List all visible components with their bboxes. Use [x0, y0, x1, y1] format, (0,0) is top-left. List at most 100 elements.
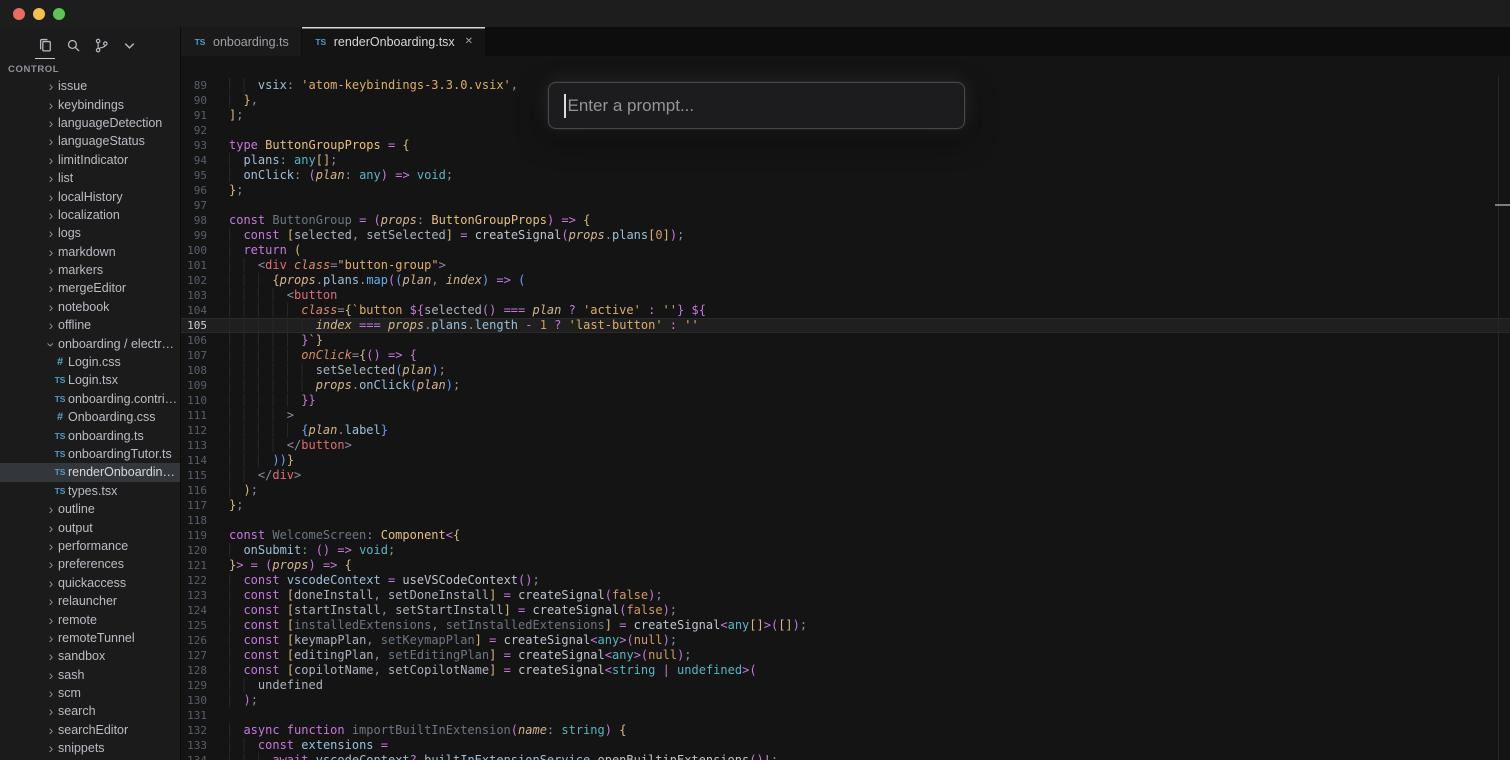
code-line-93[interactable]: 93type ButtonGroupProps = {: [181, 138, 1510, 153]
code-line-107[interactable]: 107 onClick={() => {: [181, 348, 1510, 363]
close-tab-icon[interactable]: ✕: [465, 36, 473, 47]
code-line-117[interactable]: 117};: [181, 498, 1510, 513]
code-text: const [doneInstall, setDoneInstall] = cr…: [229, 588, 663, 603]
sidebar-folder-relauncher[interactable]: ›relauncher: [0, 592, 180, 610]
sidebar-folder-performance[interactable]: ›performance: [0, 537, 180, 555]
code-line-98[interactable]: 98const ButtonGroup = (props: ButtonGrou…: [181, 213, 1510, 228]
code-line-134[interactable]: 134 await vscodeContext?.builtInExtensio…: [181, 753, 1510, 760]
code-line-99[interactable]: 99 const [selected, setSelected] = creat…: [181, 228, 1510, 243]
code-line-126[interactable]: 126 const [keymapPlan, setKeymapPlan] = …: [181, 633, 1510, 648]
code-line-96[interactable]: 96};: [181, 183, 1510, 198]
sidebar-folder-localhistory[interactable]: ›localHistory: [0, 187, 180, 205]
sidebar-folder-output[interactable]: ›output: [0, 518, 180, 536]
code-line-109[interactable]: 109 props.onClick(plan);: [181, 378, 1510, 393]
code-line-110[interactable]: 110 }}: [181, 393, 1510, 408]
sidebar-folder-search[interactable]: ›search: [0, 702, 180, 720]
code-line-127[interactable]: 127 const [editingPlan, setEditingPlan] …: [181, 648, 1510, 663]
sidebar-folder-scm[interactable]: ›scm: [0, 684, 180, 702]
chevron-down-icon[interactable]: [120, 36, 138, 54]
code-line-131[interactable]: 131: [181, 708, 1510, 723]
code-line-105[interactable]: 105 index === props.plans.length - 1 ? '…: [181, 318, 1510, 333]
code-line-130[interactable]: 130 );: [181, 693, 1510, 708]
code-line-119[interactable]: 119const WelcomeScreen: Component<{: [181, 528, 1510, 543]
sidebar-file-login.css[interactable]: #Login.css: [0, 353, 180, 371]
code-line-123[interactable]: 123 const [doneInstall, setDoneInstall] …: [181, 588, 1510, 603]
code-line-124[interactable]: 124 const [startInstall, setStartInstall…: [181, 603, 1510, 618]
sidebar-folder-localization[interactable]: ›localization: [0, 206, 180, 224]
code-line-97[interactable]: 97: [181, 198, 1510, 213]
sidebar-folder-notebook[interactable]: ›notebook: [0, 298, 180, 316]
code-line-111[interactable]: 111 >: [181, 408, 1510, 423]
sidebar-folder-searcheditor[interactable]: ›searchEditor: [0, 721, 180, 739]
code-line-125[interactable]: 125 const [installedExtensions, setInsta…: [181, 618, 1510, 633]
code-line-114[interactable]: 114 ))}: [181, 453, 1510, 468]
sidebar-file-renderonboarding.tsx[interactable]: TSrenderOnboarding.tsx: [0, 463, 180, 481]
sidebar-file-onboarding.contribu-[interactable]: TSonboarding.contribu…: [0, 390, 180, 408]
code-line-113[interactable]: 113 </button>: [181, 438, 1510, 453]
sidebar-folder-logs[interactable]: ›logs: [0, 224, 180, 242]
sidebar-file-login.tsx[interactable]: TSLogin.tsx: [0, 371, 180, 389]
code-line-120[interactable]: 120 onSubmit: () => void;: [181, 543, 1510, 558]
sidebar-file-types.tsx[interactable]: TStypes.tsx: [0, 482, 180, 500]
code-line-104[interactable]: 104 class={`button ${selected() === plan…: [181, 303, 1510, 318]
close-window-button[interactable]: [13, 8, 25, 20]
code-line-122[interactable]: 122 const vscodeContext = useVSCodeConte…: [181, 573, 1510, 588]
maximize-window-button[interactable]: [53, 8, 65, 20]
tree-item-label: limitIndicator: [58, 153, 128, 167]
code-line-108[interactable]: 108 setSelected(plan);: [181, 363, 1510, 378]
code-text: const ButtonGroup = (props: ButtonGroupP…: [229, 213, 590, 228]
code-text: );: [229, 693, 258, 708]
sidebar-folder-markers[interactable]: ›markers: [0, 261, 180, 279]
scrollbar[interactable]: [1498, 75, 1510, 760]
code-line-112[interactable]: 112 {plan.label}: [181, 423, 1510, 438]
tree-item-label: Login.tsx: [68, 373, 118, 387]
sidebar-folder-outline[interactable]: ›outline: [0, 500, 180, 518]
sidebar-file-onboarding.ts[interactable]: TSonboarding.ts: [0, 426, 180, 444]
sidebar-folder-preferences[interactable]: ›preferences: [0, 555, 180, 573]
code-line-95[interactable]: 95 onClick: (plan: any) => void;: [181, 168, 1510, 183]
files-icon[interactable]: [36, 36, 54, 54]
sidebar-folder-remote[interactable]: ›remote: [0, 610, 180, 628]
editor[interactable]: 89 vsix: 'atom-keybindings-3.3.0.vsix',9…: [181, 56, 1510, 760]
code-line-115[interactable]: 115 </div>: [181, 468, 1510, 483]
minimize-window-button[interactable]: [33, 8, 45, 20]
sidebar-folder-onboarding-electron-[interactable]: ›onboarding / electron-…: [0, 334, 180, 352]
sidebar-folder-mergeeditor[interactable]: ›mergeEditor: [0, 279, 180, 297]
tab-onboarding.ts[interactable]: TSonboarding.ts: [181, 27, 301, 56]
sidebar-folder-offline[interactable]: ›offline: [0, 316, 180, 334]
code-line-103[interactable]: 103 <button: [181, 288, 1510, 303]
code-line-102[interactable]: 102 {props.plans.map((plan, index) => (: [181, 273, 1510, 288]
sidebar-file-onboarding.css[interactable]: #Onboarding.css: [0, 408, 180, 426]
sidebar-folder-limitindicator[interactable]: ›limitIndicator: [0, 151, 180, 169]
code-line-121[interactable]: 121}> = (props) => {: [181, 558, 1510, 573]
code-line-118[interactable]: 118: [181, 513, 1510, 528]
code-line-132[interactable]: 132 async function importBuiltInExtensio…: [181, 723, 1510, 738]
sidebar-folder-snippets[interactable]: ›snippets: [0, 739, 180, 757]
source-control-icon[interactable]: [92, 36, 110, 54]
prompt-input[interactable]: Enter a prompt...: [548, 82, 965, 129]
code-line-129[interactable]: 129 undefined: [181, 678, 1510, 693]
tree-item-label: sash: [58, 668, 84, 682]
sidebar-folder-languagestatus[interactable]: ›languageStatus: [0, 132, 180, 150]
typescript-file-icon: TS: [52, 431, 68, 441]
code-line-101[interactable]: 101 <div class="button-group">: [181, 258, 1510, 273]
code-line-106[interactable]: 106 }`}: [181, 333, 1510, 348]
code-line-116[interactable]: 116 );: [181, 483, 1510, 498]
sidebar-folder-list[interactable]: ›list: [0, 169, 180, 187]
sidebar-file-onboardingtutor.ts[interactable]: TSonboardingTutor.ts: [0, 445, 180, 463]
search-icon[interactable]: [64, 36, 82, 54]
sidebar-folder-markdown[interactable]: ›markdown: [0, 243, 180, 261]
code-line-94[interactable]: 94 plans: any[];: [181, 153, 1510, 168]
sidebar-folder-quickaccess[interactable]: ›quickaccess: [0, 574, 180, 592]
code-line-133[interactable]: 133 const extensions =: [181, 738, 1510, 753]
sidebar-folder-languagedetection[interactable]: ›languageDetection: [0, 114, 180, 132]
code-line-128[interactable]: 128 const [copilotName, setCopilotName] …: [181, 663, 1510, 678]
sidebar-folder-issue[interactable]: ›issue: [0, 77, 180, 95]
code-line-100[interactable]: 100 return (: [181, 243, 1510, 258]
sidebar-folder-sandbox[interactable]: ›sandbox: [0, 647, 180, 665]
sidebar-folder-remotetunnel[interactable]: ›remoteTunnel: [0, 629, 180, 647]
code-text: <button: [229, 288, 337, 303]
sidebar-folder-keybindings[interactable]: ›keybindings: [0, 95, 180, 113]
tab-renderonboarding.tsx[interactable]: TSrenderOnboarding.tsx✕: [302, 27, 485, 56]
sidebar-folder-sash[interactable]: ›sash: [0, 666, 180, 684]
